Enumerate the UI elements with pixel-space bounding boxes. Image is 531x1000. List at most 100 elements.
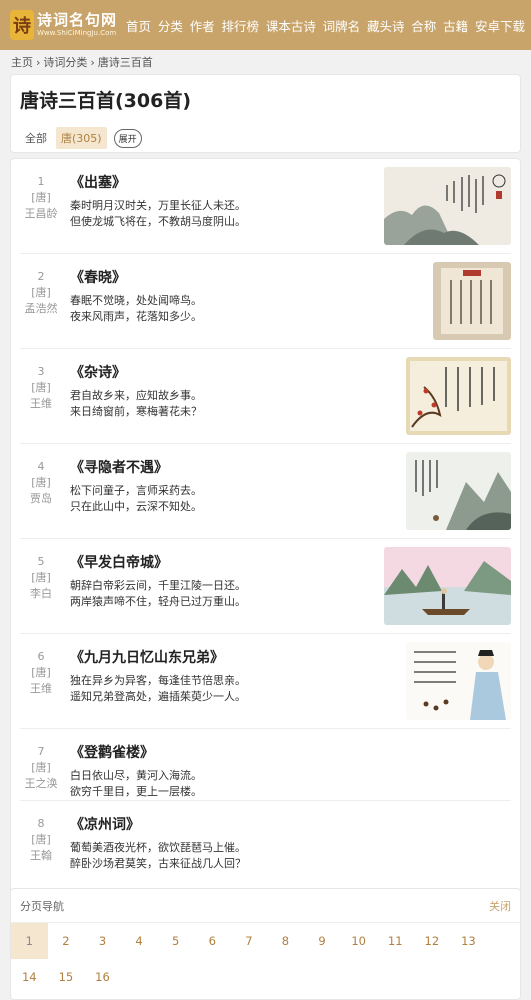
page-link[interactable]: 7 — [231, 923, 268, 959]
poem-dynasty[interactable]: [唐] — [20, 190, 62, 206]
poem-meta: 1 [唐] 王昌龄 — [20, 159, 62, 253]
poem-thumbnail[interactable] — [406, 642, 511, 720]
poem-dynasty[interactable]: [唐] — [20, 665, 62, 681]
poem-title[interactable]: 《登鹳雀楼》 — [70, 742, 511, 762]
poem-author[interactable]: 王翰 — [20, 848, 62, 864]
list-item[interactable]: 1 [唐] 王昌龄 《出塞》 秦时明月汉时关，万里长征人未还。 但使龙城飞将在，… — [20, 159, 511, 254]
poem-dynasty[interactable]: [唐] — [20, 832, 62, 848]
page-link[interactable]: 3 — [84, 923, 121, 959]
calligraphy-illustration — [433, 262, 511, 340]
poem-line: 朝辞白帝彩云间，千里江陵一日还。 — [70, 579, 246, 592]
page-link[interactable]: 14 — [11, 959, 48, 995]
poem-title[interactable]: 《春晓》 — [70, 267, 433, 287]
poem-line: 君自故乡来，应知故乡事。 — [70, 389, 202, 402]
poem-thumbnail[interactable] — [384, 167, 511, 245]
pagination-close-button[interactable]: 关闭 — [489, 898, 511, 914]
poem-title[interactable]: 《九月九日忆山东兄弟》 — [70, 647, 406, 667]
pagination-label: 分页导航 — [20, 899, 64, 913]
site-logo[interactable]: 诗 诗词名句网 Www.ShiCiMingJu.Com — [10, 5, 120, 45]
poem-title[interactable]: 《寻隐者不遇》 — [70, 457, 406, 477]
poem-meta: 3 [唐] 王维 — [20, 349, 62, 443]
poem-dynasty[interactable]: [唐] — [20, 475, 62, 491]
poem-body: 《登鹳雀楼》 白日依山尽，黄河入海流。 欲穷千里目，更上一层楼。 — [62, 729, 511, 800]
nav-ancient-books[interactable]: 古籍 — [443, 16, 468, 35]
nav-collective-names[interactable]: 合称 — [411, 16, 436, 35]
poem-author[interactable]: 孟浩然 — [20, 301, 62, 317]
poem-dynasty[interactable]: [唐] — [20, 570, 62, 586]
page-link[interactable]: 13 — [450, 923, 487, 959]
list-item[interactable]: 5 [唐] 李白 《早发白帝城》 朝辞白帝彩云间，千里江陵一日还。 两岸猿声啼不… — [20, 539, 511, 634]
poem-body: 《九月九日忆山东兄弟》 独在异乡为异客，每逢佳节倍思亲。 遥知兄弟登高处，遍插茱… — [62, 634, 406, 728]
main-nav: 首页 分类 作者 排行榜 课本古诗 词牌名 藏头诗 合称 古籍 安卓下载 — [126, 16, 525, 35]
poem-author[interactable]: 李白 — [20, 586, 62, 602]
poem-dynasty[interactable]: [唐] — [20, 380, 62, 396]
page-link[interactable]: 12 — [414, 923, 451, 959]
poem-body: 《春晓》 春眠不觉晓，处处闻啼鸟。 夜来风雨声，花落知多少。 — [62, 254, 433, 348]
poem-thumbnail[interactable] — [384, 547, 511, 625]
poem-line: 醉卧沙场君莫笑，古来征战几人回？ — [70, 857, 246, 870]
page-link[interactable]: 4 — [121, 923, 158, 959]
river-boat-illustration — [384, 547, 511, 625]
poem-dynasty[interactable]: [唐] — [20, 285, 62, 301]
poem-title[interactable]: 《凉州词》 — [70, 814, 511, 834]
poem-author[interactable]: 王维 — [20, 681, 62, 697]
nav-cipai[interactable]: 词牌名 — [323, 16, 361, 35]
poem-line: 葡萄美酒夜光杯，欲饮琵琶马上催。 — [70, 841, 246, 854]
expand-button[interactable]: 展开 — [113, 128, 142, 148]
nav-android-download[interactable]: 安卓下载 — [475, 16, 525, 35]
poem-meta: 8 [唐] 王翰 — [20, 801, 62, 881]
poem-title[interactable]: 《早发白帝城》 — [70, 552, 384, 572]
breadcrumb-current: 唐诗三百首 — [97, 56, 153, 69]
page-link[interactable]: 6 — [194, 923, 231, 959]
filter-tang[interactable]: 唐(305) — [56, 127, 107, 149]
page-link[interactable]: 15 — [48, 959, 85, 995]
poem-line: 独在异乡为异客，每逢佳节倍思亲。 — [70, 674, 246, 687]
nav-authors[interactable]: 作者 — [190, 16, 215, 35]
list-item[interactable]: 4 [唐] 贾岛 《寻隐者不遇》 松下问童子，言师采药去。 只在此山中，云深不知… — [20, 444, 511, 539]
poem-line: 松下问童子，言师采药去。 — [70, 484, 202, 497]
poem-line: 来日绮窗前，寒梅著花未？ — [70, 405, 202, 418]
poem-author[interactable]: 王之涣 — [20, 776, 62, 792]
page-title: 唐诗三百首(306首) — [20, 90, 192, 112]
chevron-right-icon: › — [36, 55, 41, 69]
breadcrumb-category[interactable]: 诗词分类 — [43, 54, 87, 70]
page-link[interactable]: 16 — [84, 959, 121, 995]
poem-author[interactable]: 王昌龄 — [20, 206, 62, 222]
page-link[interactable]: 11 — [377, 923, 414, 959]
poem-author[interactable]: 贾岛 — [20, 491, 62, 507]
nav-ranking[interactable]: 排行榜 — [221, 16, 259, 35]
nav-acrostic[interactable]: 藏头诗 — [367, 16, 405, 35]
logo-text: 诗词名句网 Www.ShiCiMingJu.Com — [37, 12, 117, 38]
poem-line: 秦时明月汉时关，万里长征人未还。 — [70, 199, 246, 212]
breadcrumb-home[interactable]: 主页 — [11, 54, 33, 70]
filter-all[interactable]: 全部 — [20, 127, 52, 149]
list-item[interactable]: 2 [唐] 孟浩然 《春晓》 春眠不觉晓，处处闻啼鸟。 夜来风雨声，花落知多少。 — [20, 254, 511, 349]
list-item[interactable]: 8 [唐] 王翰 《凉州词》 葡萄美酒夜光杯，欲饮琵琶马上催。 醉卧沙场君莫笑，… — [20, 801, 511, 881]
page-link[interactable]: 5 — [157, 923, 194, 959]
poem-meta: 4 [唐] 贾岛 — [20, 444, 62, 538]
page-link[interactable]: 2 — [48, 923, 85, 959]
poem-title[interactable]: 《杂诗》 — [70, 362, 406, 382]
list-item[interactable]: 6 [唐] 王维 《九月九日忆山东兄弟》 独在异乡为异客，每逢佳节倍思亲。 遥知… — [20, 634, 511, 729]
poem-line: 欲穷千里目，更上一层楼。 — [70, 785, 202, 798]
poem-title[interactable]: 《出塞》 — [70, 172, 384, 192]
poem-body: 《早发白帝城》 朝辞白帝彩云间，千里江陵一日还。 两岸猿声啼不住，轻舟已过万重山… — [62, 539, 384, 633]
poem-thumbnail[interactable] — [433, 262, 511, 340]
page-link[interactable]: 10 — [340, 923, 377, 959]
poem-body: 《寻隐者不遇》 松下问童子，言师采药去。 只在此山中，云深不知处。 — [62, 444, 406, 538]
list-item[interactable]: 3 [唐] 王维 《杂诗》 君自故乡来，应知故乡事。 来日绮窗前，寒梅著花未？ — [20, 349, 511, 444]
nav-category[interactable]: 分类 — [158, 16, 183, 35]
poem-dynasty[interactable]: [唐] — [20, 760, 62, 776]
poem-meta: 7 [唐] 王之涣 — [20, 729, 62, 800]
poem-list: 1 [唐] 王昌龄 《出塞》 秦时明月汉时关，万里长征人未还。 但使龙城飞将在，… — [10, 158, 521, 898]
page-link[interactable]: 9 — [304, 923, 341, 959]
nav-home[interactable]: 首页 — [126, 16, 151, 35]
nav-textbook-poems[interactable]: 课本古诗 — [266, 16, 316, 35]
page-link[interactable]: 8 — [267, 923, 304, 959]
poem-author[interactable]: 王维 — [20, 396, 62, 412]
poem-thumbnail[interactable] — [406, 452, 511, 530]
poem-thumbnail[interactable] — [406, 357, 511, 435]
poem-line: 遥知兄弟登高处，遍插茱萸少一人。 — [70, 690, 246, 703]
poem-line: 白日依山尽，黄河入海流。 — [70, 769, 202, 782]
list-item[interactable]: 7 [唐] 王之涣 《登鹳雀楼》 白日依山尽，黄河入海流。 欲穷千里目，更上一层… — [20, 729, 511, 801]
